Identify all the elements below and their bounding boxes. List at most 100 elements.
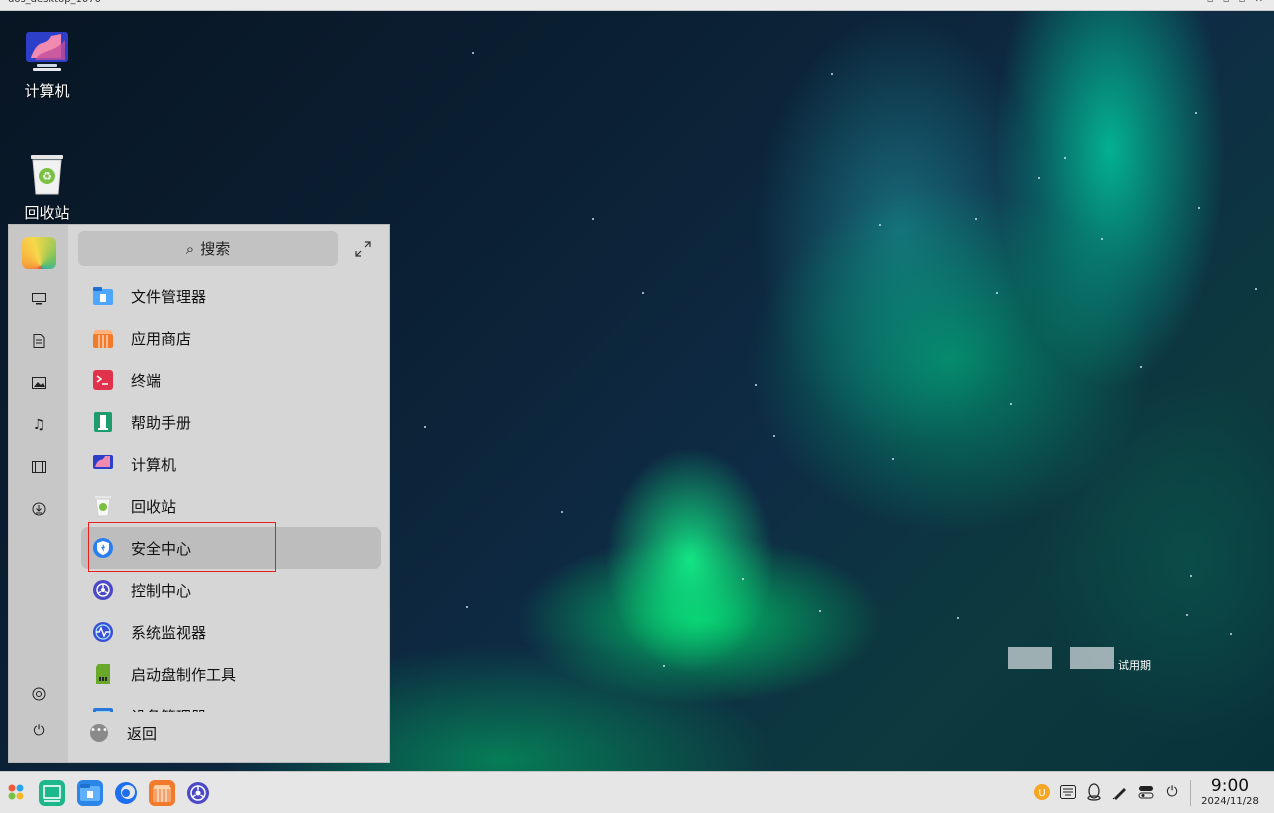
app-item-label: 帮助手册	[131, 413, 192, 432]
picture-icon[interactable]	[23, 371, 55, 395]
desktop-icon[interactable]	[23, 287, 55, 311]
clock-date[interactable]: 2024/11/28	[1198, 796, 1262, 807]
app-list: 文件管理器 应用商店 终端 帮助手册 计算机 回收站 安全中心 控制中心 系统监视器 启动盘制作工…	[81, 275, 381, 712]
search-icon: ⌕	[185, 239, 195, 258]
system-monitor-icon	[92, 621, 114, 643]
star	[1010, 403, 1012, 405]
app-item[interactable]: 应用商店	[81, 317, 381, 359]
star	[424, 426, 426, 428]
app-item-label: 终端	[131, 371, 162, 390]
star	[1101, 238, 1103, 240]
star	[561, 511, 563, 513]
star	[1190, 575, 1192, 577]
computer-icon	[92, 453, 114, 475]
power-icon[interactable]: ⏻	[1162, 782, 1182, 802]
app-item[interactable]: 启动盘制作工具	[81, 653, 381, 695]
svg-text:U: U	[1038, 788, 1045, 799]
desktop-icon-label: 回收站	[24, 204, 70, 222]
video-icon[interactable]	[23, 455, 55, 479]
star	[1198, 207, 1200, 209]
app-item[interactable]: 文件管理器	[81, 275, 381, 317]
app-item-label: 设备管理器	[131, 706, 206, 713]
window-titlebar: uos_desktop_1070 ▫ ▫ ▫ ✕	[0, 0, 1274, 11]
clock-time[interactable]: 9:00	[1203, 776, 1257, 796]
qq-icon[interactable]	[1084, 782, 1104, 802]
power-icon[interactable]: ⏻	[23, 719, 55, 743]
app-item-label: 回收站	[131, 497, 177, 516]
app-item-label: 应用商店	[131, 329, 192, 348]
star	[663, 665, 665, 667]
star	[1186, 614, 1188, 616]
star	[773, 435, 775, 437]
app-item[interactable]: 控制中心	[81, 569, 381, 611]
settings-icon[interactable]	[23, 682, 55, 706]
star	[592, 218, 594, 220]
star	[742, 578, 744, 580]
app-item[interactable]: 帮助手册	[81, 401, 381, 443]
app-item[interactable]: 计算机	[81, 443, 381, 485]
app-item[interactable]: 回收站	[81, 485, 381, 527]
app-item[interactable]: 终端	[81, 359, 381, 401]
svg-text:♻: ♻	[42, 170, 52, 183]
star	[466, 606, 468, 608]
star	[975, 218, 977, 220]
app-item[interactable]: 系统监视器	[81, 611, 381, 653]
trash-icon	[92, 495, 114, 517]
star	[472, 52, 474, 54]
user-avatar[interactable]	[22, 237, 56, 269]
star	[957, 617, 959, 619]
toggle-icon[interactable]	[1136, 782, 1156, 802]
keyboard-icon[interactable]	[1058, 782, 1078, 802]
window-title: uos_desktop_1070	[8, 0, 101, 5]
star	[1038, 177, 1040, 179]
help-manual-icon	[92, 411, 114, 433]
app-item[interactable]: 设备管理器	[81, 695, 381, 712]
back-button[interactable]: ••• 返回	[81, 715, 381, 751]
star	[1064, 157, 1066, 159]
terminal-icon	[92, 369, 114, 391]
app-item-label: 计算机	[131, 455, 177, 474]
control-center-icon	[92, 579, 114, 601]
app-item-label: 系统监视器	[131, 623, 207, 642]
launcher-icon[interactable]	[4, 780, 28, 804]
star	[1255, 288, 1257, 290]
multitask-view-icon[interactable]	[39, 780, 65, 806]
fullscreen-toggle-icon[interactable]	[353, 239, 373, 259]
taskbar: U ⏻ 9:00 2024/11/28	[0, 771, 1274, 813]
app-store-icon	[92, 327, 114, 349]
star	[879, 224, 881, 226]
star	[755, 384, 757, 386]
star	[1230, 633, 1232, 635]
watermark-block	[1070, 647, 1114, 669]
file-manager-icon[interactable]	[77, 780, 103, 806]
desktop-icon-trash[interactable]: ♻ 回收站	[7, 152, 87, 223]
star	[1140, 366, 1142, 368]
input-method-icon[interactable]: U	[1032, 782, 1052, 802]
desktop-icon-label: 计算机	[24, 82, 70, 100]
boot-maker-icon	[92, 663, 114, 685]
browser-icon[interactable]	[113, 780, 139, 806]
pen-icon[interactable]	[1110, 782, 1130, 802]
window-controls[interactable]: ▫ ▫ ▫ ✕	[1207, 0, 1266, 5]
launcher-sidebar: ♫ ⏻	[9, 225, 68, 762]
document-icon[interactable]	[23, 329, 55, 353]
watermark-text: 试用期	[1118, 659, 1151, 672]
search-input[interactable]: ⌕ 搜索	[78, 231, 338, 266]
device-manager-icon	[92, 705, 114, 712]
desktop-icon-computer[interactable]: 计算机	[7, 30, 87, 101]
file-manager-icon	[92, 285, 114, 307]
star	[996, 292, 998, 294]
app-item-label: 启动盘制作工具	[131, 665, 237, 684]
app-item-label: 文件管理器	[131, 287, 207, 306]
music-icon[interactable]: ♫	[23, 413, 55, 437]
app-store-icon[interactable]	[149, 780, 175, 806]
download-icon[interactable]	[23, 497, 55, 521]
app-item-label: 控制中心	[131, 581, 192, 600]
star	[1195, 112, 1197, 114]
computer-icon	[25, 30, 69, 74]
star	[831, 73, 833, 75]
control-center-icon[interactable]	[185, 780, 211, 806]
search-placeholder: 搜索	[200, 240, 231, 258]
star	[642, 292, 644, 294]
watermark-block	[1008, 647, 1052, 669]
